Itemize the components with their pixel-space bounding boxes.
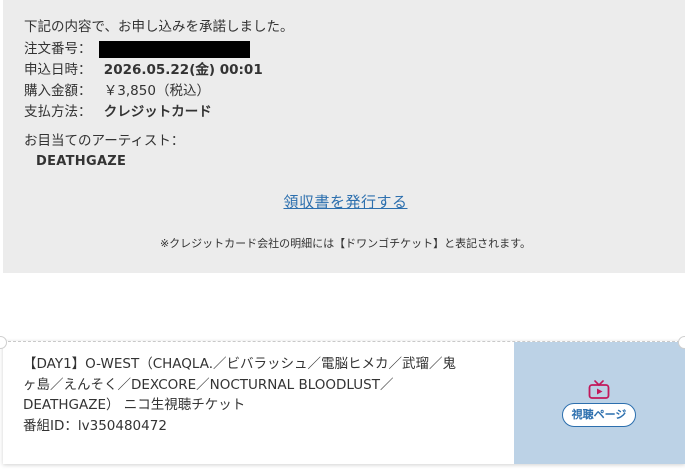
order-date-value: 2026.05.22(金) 00:01 [103, 62, 263, 78]
program-id: 番組ID：lv350480472 [23, 417, 167, 434]
watch-panel: 視聴ページ [514, 342, 685, 464]
tv-play-icon [588, 380, 610, 399]
order-date-row: 申込日時： 2026.05.22(金) 00:01 [24, 61, 263, 79]
order-number-redacted [99, 41, 250, 58]
ticket-title-line-3: DEATHGAZE） ニコ生視聴チケット [23, 397, 246, 413]
order-confirmation-panel: 下記の内容で、お申し込みを承諾しました。 注文番号： 申込日時： 2026.05… [3, 0, 685, 273]
ticket-info: 【DAY1】O-WEST（CHAQLA.／ビバラッシュ／電脳ヒメカ／武瑠／鬼 ヶ… [23, 354, 493, 436]
receipt-link-row: 領収書を発行する [3, 192, 685, 212]
artist-name: DEATHGAZE [36, 154, 127, 169]
payment-method-label: 支払方法： [24, 104, 92, 120]
order-date-label: 申込日時： [24, 62, 92, 78]
ticket-notch-right [678, 336, 685, 349]
order-number-row: 注文番号： [24, 40, 92, 58]
payment-method-row: 支払方法： クレジットカード [24, 103, 212, 121]
ticket-card: 【DAY1】O-WEST（CHAQLA.／ビバラッシュ／電脳ヒメカ／武瑠／鬼 ヶ… [3, 341, 685, 464]
purchase-amount-row: 購入金額： ￥3,850（税込） [24, 82, 210, 100]
confirmation-message: 下記の内容で、お申し込みを承諾しました。 [24, 19, 294, 35]
purchase-amount-label: 購入金額： [24, 83, 92, 99]
payment-method-value: クレジットカード [103, 104, 212, 120]
billing-note: ※クレジットカード会社の明細には【ドワンゴチケット】と表記されます。 [159, 237, 532, 250]
ticket-title-line-1: 【DAY1】O-WEST（CHAQLA.／ビバラッシュ／電脳ヒメカ／武瑠／鬼 [23, 356, 457, 372]
purchase-amount-value: ￥3,850（税込） [103, 83, 210, 99]
watch-page-button[interactable]: 視聴ページ [562, 403, 636, 427]
issue-receipt-link[interactable]: 領収書を発行する [283, 193, 407, 211]
artist-label: お目当てのアーティスト： [24, 133, 185, 149]
order-number-label: 注文番号： [24, 41, 92, 57]
ticket-title-line-2: ヶ島／えんそく／DEXCORE／NOCTURNAL BLOODLUST／ [23, 376, 394, 393]
